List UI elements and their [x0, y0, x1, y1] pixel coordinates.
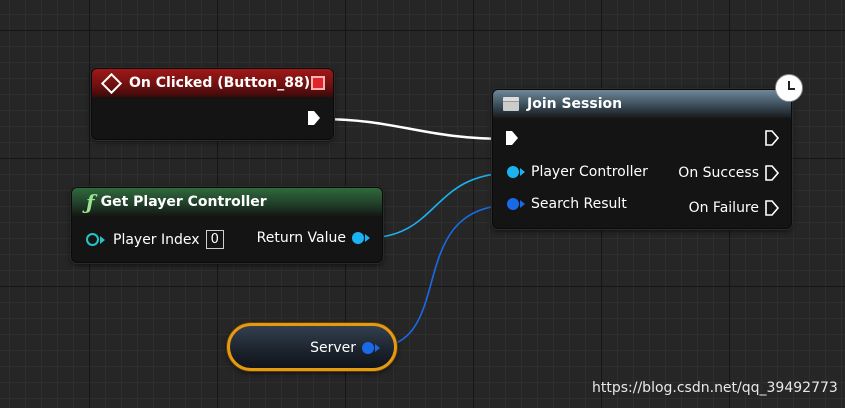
function-f-icon: ƒ — [86, 190, 95, 214]
node-header[interactable]: Join Session — [493, 90, 791, 118]
struct-pin-icon[interactable] — [362, 342, 374, 354]
on-clicked-event-node[interactable]: On Clicked (Button_88) — [91, 68, 334, 140]
pin-arrow-icon — [520, 200, 525, 208]
pin-arrow-icon — [365, 234, 370, 242]
clock-icon — [775, 74, 803, 102]
player-index-input-row: Player Index 0 — [86, 230, 224, 249]
pin-arrow-icon — [100, 235, 105, 244]
integer-pin-icon[interactable] — [86, 233, 99, 246]
delegate-pin-icon[interactable] — [311, 76, 325, 90]
on-failure-output-row: On Failure — [689, 200, 779, 216]
return-value-output-row: Return Value — [257, 230, 370, 246]
join-session-node[interactable]: Join Session Player Controller Search Re… — [492, 89, 792, 229]
node-header[interactable]: ƒ Get Player Controller — [72, 188, 382, 216]
session-icon — [503, 97, 519, 111]
struct-pin-icon[interactable] — [507, 198, 519, 210]
get-player-controller-node[interactable]: ƒ Get Player Controller Player Index 0 R… — [71, 187, 383, 263]
node-title: Get Player Controller — [100, 194, 267, 210]
server-output-row: Server — [310, 340, 380, 356]
exec-out-pin-icon[interactable] — [765, 200, 779, 216]
event-diamond-icon — [100, 72, 123, 94]
on-failure-label: On Failure — [688, 200, 759, 216]
exec-in-pin-icon[interactable] — [505, 130, 519, 146]
exec-out-pin-icon[interactable] — [765, 130, 779, 146]
node-title: On Clicked (Button_88) — [129, 75, 311, 91]
object-pin-icon[interactable] — [507, 166, 519, 178]
node-title: Join Session — [527, 96, 623, 112]
search-result-input-row: Search Result — [507, 196, 627, 212]
pin-arrow-icon — [520, 168, 525, 176]
exec-wire[interactable] — [317, 117, 511, 141]
object-pin-icon[interactable] — [352, 232, 364, 244]
pin-arrow-icon — [375, 344, 380, 352]
player-index-label: Player Index — [113, 231, 200, 248]
node-header[interactable]: On Clicked (Button_88) — [92, 69, 333, 97]
player-controller-input-row: Player Controller — [507, 164, 648, 180]
watermark: https://blog.csdn.net/qq_39492773 — [592, 380, 838, 396]
server-variable-node[interactable]: Server — [227, 323, 397, 371]
search-result-label: Search Result — [531, 196, 627, 212]
player-index-input[interactable]: 0 — [205, 230, 224, 249]
player-controller-wire[interactable] — [365, 172, 513, 239]
on-success-output-row: On Success — [678, 165, 779, 181]
exec-out-pin-icon[interactable] — [765, 165, 779, 181]
search-result-wire[interactable] — [371, 204, 513, 349]
server-label: Server — [310, 340, 356, 356]
player-controller-label: Player Controller — [531, 164, 648, 180]
return-value-label: Return Value — [256, 230, 346, 246]
on-success-label: On Success — [678, 165, 759, 181]
exec-out-pin-icon[interactable] — [307, 110, 321, 126]
